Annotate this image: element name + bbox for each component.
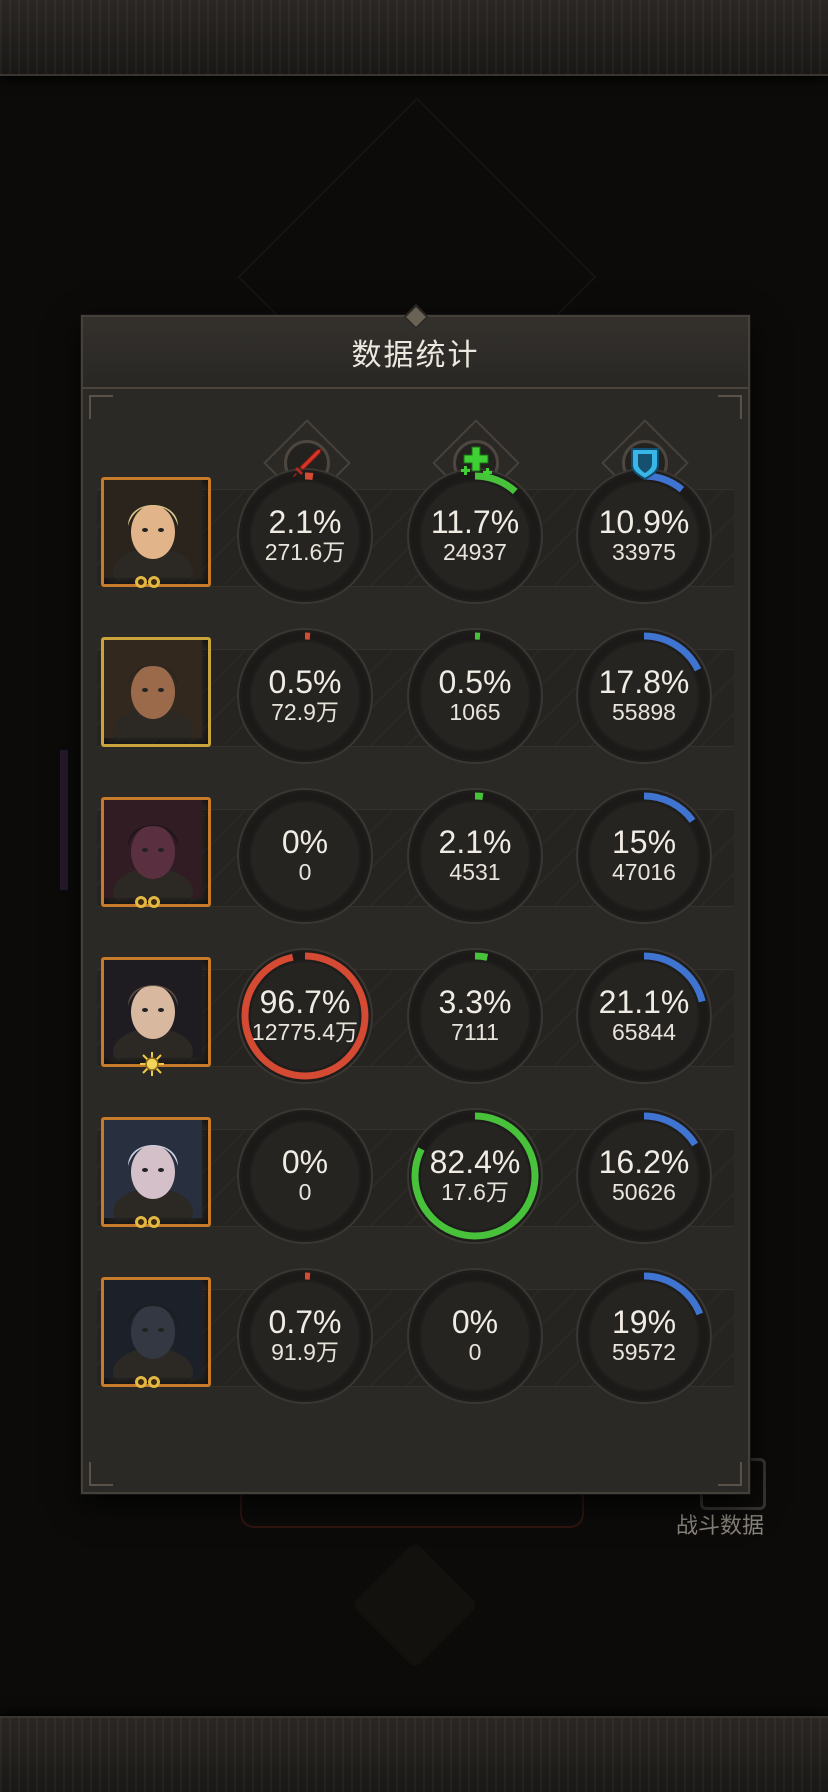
- damage-gauge: 0.7% 91.9万: [236, 1267, 374, 1405]
- defense-percent: 19%: [611, 1304, 677, 1340]
- damage-percent: 96.7%: [259, 984, 351, 1020]
- panel-header: 数据统计: [83, 304, 748, 389]
- corner-ornament: [89, 1462, 113, 1486]
- healing-gauge: 0.5% 1065: [406, 627, 544, 765]
- damage-gauge: 0% 0: [236, 1107, 374, 1245]
- defense-gauge: 15% 47016: [575, 787, 713, 925]
- healing-gauge: 0% 0: [406, 1267, 544, 1405]
- damage-value: 271.6万: [264, 539, 346, 565]
- damage-value: 72.9万: [271, 699, 339, 725]
- healing-value: 1065: [449, 699, 501, 725]
- hero-stat-row: 0% 0 82.4% 17.6万 16.2% 50626: [83, 1107, 748, 1247]
- data-statistics-panel: 数据统计 2.1%271.6万11.7%2493710.9%33975: [81, 304, 750, 1494]
- damage-column-icon: [283, 439, 331, 487]
- defense-gauge: 17.8% 55898: [575, 627, 713, 765]
- defense-percent: 17.8%: [598, 664, 690, 700]
- star-rings-badge-icon: [129, 1373, 165, 1391]
- damage-value: 91.9万: [271, 1339, 339, 1365]
- healing-percent: 0%: [451, 1304, 499, 1340]
- damage-percent: 0.7%: [268, 1304, 342, 1340]
- defense-percent: 16.2%: [598, 1144, 690, 1180]
- star-rings-badge-icon: [129, 573, 165, 591]
- hero-stat-row: 0.7% 91.9万 0% 0 19% 59572: [83, 1267, 748, 1407]
- damage-percent: 0%: [281, 1144, 329, 1180]
- healing-percent: 82.4%: [429, 1144, 521, 1180]
- hero-avatar[interactable]: [101, 1277, 211, 1387]
- damage-value: 0: [298, 1179, 312, 1205]
- healing-percent: 3.3%: [438, 984, 512, 1020]
- healing-value: 7111: [451, 1019, 499, 1045]
- damage-percent: 0%: [281, 824, 329, 860]
- hero-stat-row: 96.7% 12775.4万 3.3% 7111 21.1% 65844: [83, 947, 748, 1087]
- background-bottom-emblem: [351, 1541, 479, 1669]
- defense-value: 50626: [612, 1179, 676, 1205]
- damage-gauge: 2.1% 271.6万: [236, 467, 374, 605]
- damage-gauge: 0% 0: [236, 787, 374, 925]
- damage-value: 0: [298, 859, 312, 885]
- defense-gauge: 10.9% 33975: [575, 467, 713, 605]
- damage-percent: 0.5%: [268, 664, 342, 700]
- healing-percent: 11.7%: [430, 504, 520, 540]
- sun-badge-icon: [139, 1051, 165, 1077]
- hero-avatar[interactable]: [101, 797, 211, 907]
- sword-icon: [293, 448, 322, 477]
- defense-percent: 15%: [611, 824, 677, 860]
- defense-percent: 21.1%: [598, 984, 690, 1020]
- hero-stat-row: 2.1% 271.6万 11.7% 24937 10.9% 33975: [83, 467, 748, 607]
- healing-value: 17.6万: [441, 1179, 509, 1205]
- panel-title: 数据统计: [351, 339, 480, 372]
- hero-avatar[interactable]: [101, 637, 211, 747]
- corner-ornament: [89, 395, 113, 419]
- hero-avatar[interactable]: [101, 1117, 211, 1227]
- bottom-ornament-frame: [0, 1716, 828, 1792]
- defense-gauge: 21.1% 65844: [575, 947, 713, 1085]
- damage-gauge: 96.7% 12775.4万: [236, 947, 374, 1085]
- healing-percent: 0.5%: [438, 664, 512, 700]
- defense-gauge: 16.2% 50626: [575, 1107, 713, 1245]
- hero-stat-row: 0% 0 2.1% 4531 15% 47016: [83, 787, 748, 927]
- star-rings-badge-icon: [129, 1213, 165, 1231]
- healing-gauge: 82.4% 17.6万: [406, 1107, 544, 1245]
- healing-percent: 2.1%: [438, 824, 512, 860]
- defense-column-icon: [621, 439, 669, 487]
- healing-column-icon: [452, 439, 500, 487]
- corner-ornament: [718, 1462, 742, 1486]
- healing-value: 24937: [443, 539, 507, 565]
- defense-value: 55898: [612, 699, 676, 725]
- shield-icon: [631, 448, 659, 481]
- corner-ornament: [718, 395, 742, 419]
- defense-value: 65844: [612, 1019, 676, 1045]
- defense-value: 47016: [612, 859, 676, 885]
- defense-value: 33975: [612, 539, 676, 565]
- hero-avatar[interactable]: [101, 477, 211, 587]
- damage-value: 12775.4万: [251, 1019, 359, 1045]
- damage-gauge: 0.5% 72.9万: [236, 627, 374, 765]
- healing-value: 4531: [449, 859, 501, 885]
- top-ornament-frame: [0, 0, 828, 76]
- defense-value: 59572: [612, 1339, 676, 1365]
- defense-gauge: 19% 59572: [575, 1267, 713, 1405]
- background-side-bar: [60, 750, 68, 890]
- healing-gauge: 3.3% 7111: [406, 947, 544, 1085]
- defense-percent: 10.9%: [598, 504, 690, 540]
- star-rings-badge-icon: [129, 893, 165, 911]
- heal-cross-icon: [461, 446, 492, 477]
- hero-stat-row: 0.5% 72.9万 0.5% 1065 17.8% 55898: [83, 627, 748, 767]
- healing-value: 0: [468, 1339, 482, 1365]
- battle-data-label[interactable]: 战斗数据: [676, 1508, 764, 1540]
- healing-gauge: 2.1% 4531: [406, 787, 544, 925]
- damage-percent: 2.1%: [268, 504, 342, 540]
- healing-gauge: 11.7% 24937: [406, 467, 544, 605]
